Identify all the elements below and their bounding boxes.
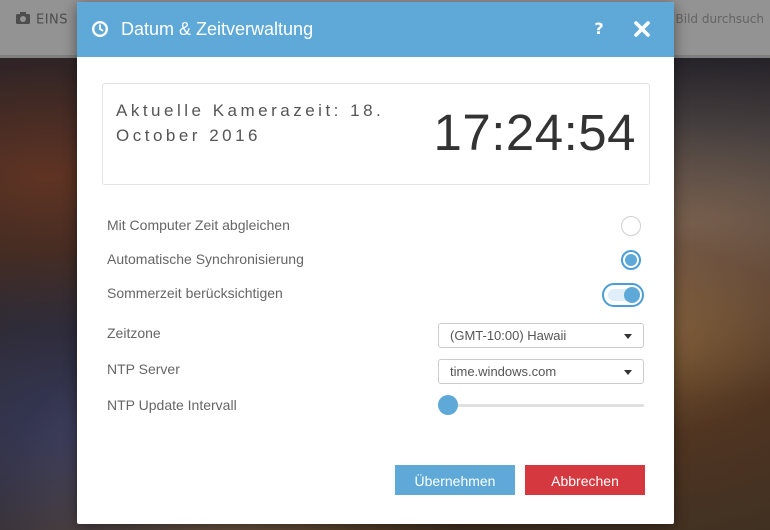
close-icon (634, 21, 650, 37)
apply-button[interactable]: Übernehmen (395, 465, 515, 495)
sync-computer-radio[interactable] (621, 216, 641, 236)
cancel-button[interactable]: Abbrechen (525, 465, 645, 495)
dst-toggle[interactable] (602, 283, 644, 307)
ntp-interval-label: NTP Update Intervall (107, 397, 237, 413)
toggle-knob (624, 287, 640, 303)
ntp-server-label: NTP Server (107, 361, 180, 377)
dialog-header: Datum & Zeitverwaltung ? (77, 2, 674, 57)
camera-time-label: Aktuelle Kamerazeit: 18. October 2016 (116, 101, 385, 145)
auto-sync-label: Automatische Synchronisierung (107, 251, 304, 267)
ntp-interval-slider-handle[interactable] (438, 395, 458, 415)
dialog-title: Datum & Zeitverwaltung (121, 19, 314, 39)
date-time-dialog: Datum & Zeitverwaltung ? Aktuelle Kamera… (77, 2, 674, 524)
ntp-server-value: time.windows.com (450, 364, 557, 379)
ntp-server-select[interactable]: time.windows.com (438, 359, 644, 384)
dst-label: Sommerzeit berücksichtigen (107, 285, 283, 301)
close-button[interactable] (630, 17, 654, 41)
camera-time-value: 17:24:54 (433, 104, 636, 161)
timezone-label: Zeitzone (107, 325, 161, 341)
timezone-value: (GMT-10:00) Hawaii (450, 328, 567, 343)
clock-icon (91, 20, 109, 42)
sync-computer-label: Mit Computer Zeit abgleichen (107, 217, 290, 233)
timezone-select[interactable]: (GMT-10:00) Hawaii (438, 323, 644, 348)
ntp-interval-track[interactable] (440, 404, 644, 407)
help-button[interactable]: ? (587, 17, 611, 41)
caret-down-icon (624, 370, 632, 375)
camera-time-card: Aktuelle Kamerazeit: 18. October 2016 17… (102, 83, 650, 185)
caret-down-icon (624, 334, 632, 339)
auto-sync-radio[interactable] (621, 250, 641, 270)
